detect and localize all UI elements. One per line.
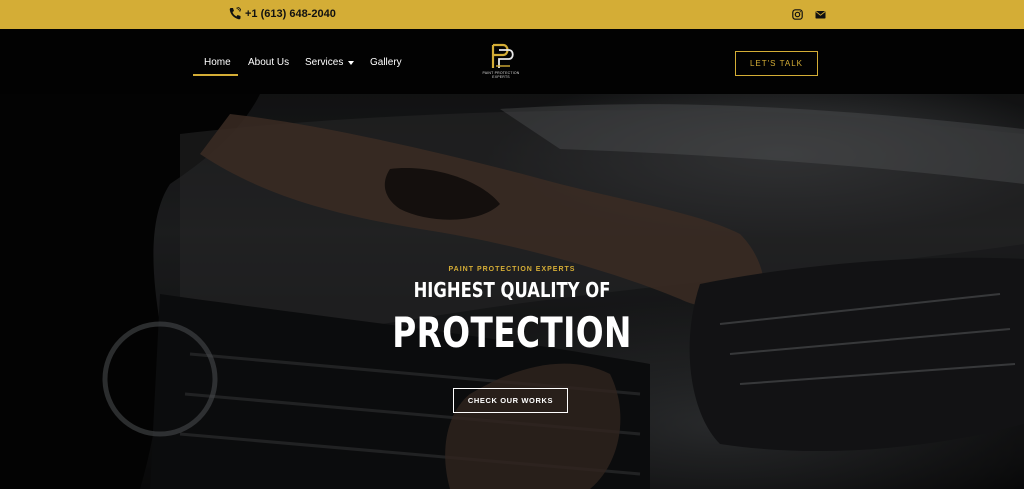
hero-title-line1: HIGHEST QUALITY OF [413,278,611,302]
envelope-icon[interactable] [815,9,826,20]
phone-link[interactable]: +1 (613) 648-2040 [229,7,336,20]
phone-number: +1 (613) 648-2040 [245,7,336,20]
lets-talk-button[interactable]: LET'S TALK [735,51,818,76]
hero-section: PAINT PROTECTION EXPERTS HIGHEST QUALITY… [0,94,1024,489]
hero-title-line2: PROTECTION [392,308,632,357]
instagram-icon[interactable] [792,9,803,20]
hero-kicker: PAINT PROTECTION EXPERTS [448,266,576,273]
main-header: Home About Us Services Gallery PAINT PRO… [0,29,1024,94]
nav-services-label: Services [305,57,344,68]
phone-icon [229,7,241,20]
logo-text: PAINT PROTECTION EXPERTS [482,71,520,79]
logo-mark-icon [491,43,514,68]
check-our-works-button[interactable]: CHECK OUR WORKS [453,388,568,413]
nav-home[interactable]: Home [204,57,231,68]
logo[interactable]: PAINT PROTECTION EXPERTS [480,42,522,84]
nav-gallery[interactable]: Gallery [370,57,402,68]
top-bar: +1 (613) 648-2040 [0,0,1024,29]
nav-active-underline [193,74,238,76]
nav-about-us[interactable]: About Us [248,57,289,68]
nav-services[interactable]: Services [305,57,355,68]
chevron-down-icon [348,60,355,65]
